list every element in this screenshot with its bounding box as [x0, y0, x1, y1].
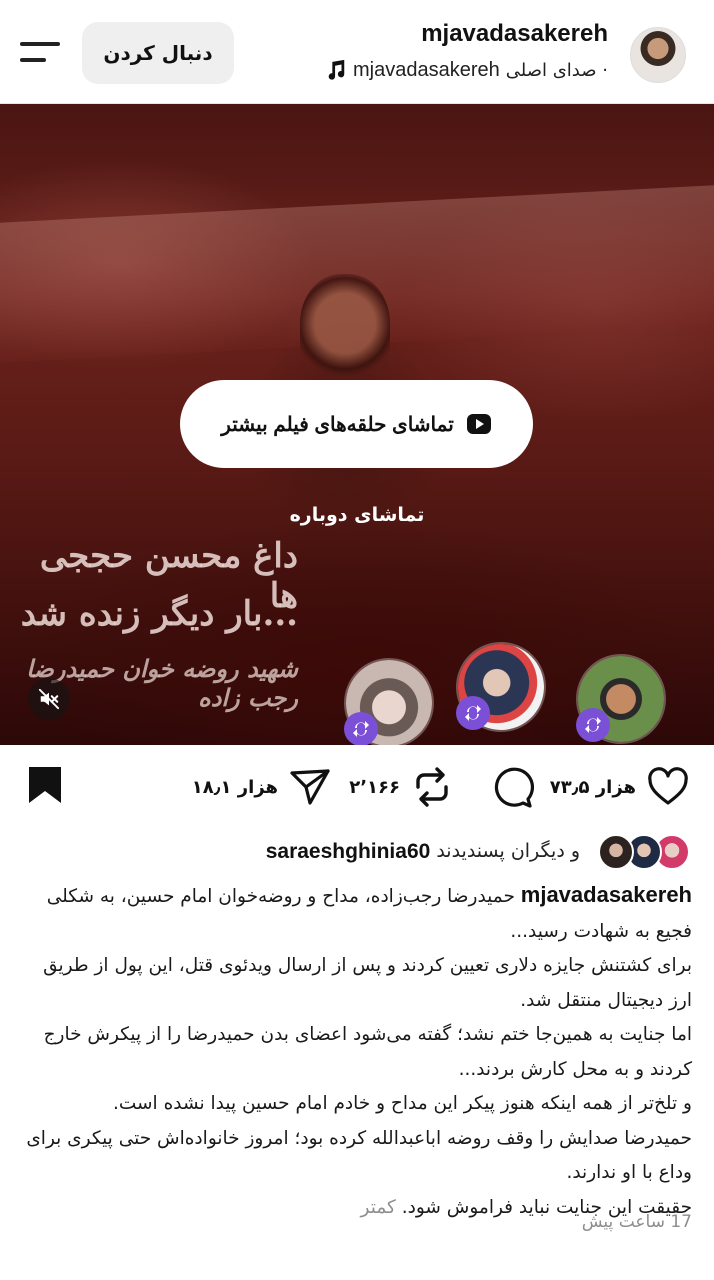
- watch-more-reels-button[interactable]: تماشای حلقه‌های فیلم بیشتر: [180, 380, 533, 468]
- remix-badge-3: [576, 708, 610, 742]
- comment-icon: [494, 767, 534, 808]
- liker-avatar-3: [598, 834, 634, 870]
- mute-toggle[interactable]: [28, 678, 70, 720]
- caption-username[interactable]: mjavadasakereh: [521, 882, 692, 907]
- video-figure: [300, 274, 390, 384]
- repost-button[interactable]: ۲٬۱۶۶: [349, 765, 454, 809]
- heart-icon: [648, 767, 688, 805]
- watch-more-label: تماشای حلقه‌های فیلم بیشتر: [221, 413, 454, 436]
- liker-avatars: [594, 834, 690, 870]
- audio-attribution[interactable]: صدای اصلی · mjavadasakereh: [317, 56, 608, 84]
- play-icon: [466, 414, 491, 434]
- caption-line-3: اما جنایت به همین‌جا ختم نشد؛ گفته می‌شو…: [43, 1024, 692, 1080]
- liked-by-row[interactable]: و دیگران پسندیدند saraeshghinia60: [0, 832, 714, 872]
- comment-button[interactable]: [490, 765, 534, 809]
- speaker-muted-icon: [38, 688, 60, 710]
- rewatch-button[interactable]: تماشای دوباره: [0, 504, 714, 526]
- music-note-icon: [328, 59, 345, 80]
- reposts-count: ۲٬۱۶۶: [349, 776, 400, 798]
- remix-icon: [465, 705, 481, 721]
- remix-badge-1: [344, 712, 378, 745]
- follow-button[interactable]: دنبال کردن: [82, 22, 234, 84]
- shares-count: ۱۸٫۱ هزار: [191, 776, 278, 798]
- video-player[interactable]: تماشای حلقه‌های فیلم بیشتر تماشای دوباره…: [0, 104, 714, 745]
- audio-label: صدای اصلی ·: [505, 59, 608, 81]
- post-caption: mjavadasakereh حمیدرضا رجب‌زاده، مداح و …: [20, 878, 692, 1225]
- remix-icon: [353, 721, 369, 737]
- post-author-username[interactable]: mjavadasakereh: [421, 20, 608, 48]
- hamburger-icon[interactable]: [20, 38, 62, 68]
- post-header: دنبال کردن mjavadasakereh صدای اصلی · mj…: [0, 0, 714, 104]
- show-less-link[interactable]: کمتر: [361, 1197, 396, 1218]
- liked-by-text: و دیگران پسندیدند saraeshghinia60: [266, 840, 580, 864]
- likes-count: ۷۳٫۵ هزار: [549, 776, 636, 798]
- post-timestamp: 17 ساعت پیش: [581, 1212, 692, 1232]
- likes-others-text: و دیگران پسندیدند: [436, 840, 580, 862]
- caption-line-2: برای کشتنش جایزه دلاری تعیین کردند و پس …: [43, 955, 692, 1011]
- remix-badge-2: [456, 696, 490, 730]
- audio-username: mjavadasakereh: [353, 58, 500, 81]
- send-icon: [290, 769, 330, 805]
- share-button[interactable]: ۱۸٫۱ هزار: [192, 765, 332, 809]
- video-overlay-line-2: بار دیگر زنده شد...: [20, 594, 298, 634]
- remix-icon: [585, 717, 601, 733]
- caption-line-4: و تلخ‌تر از همه اینکه هنوز پیکر این مداح…: [113, 1093, 692, 1114]
- post-actions-bar: ۷۳٫۵ هزار ۲٬۱۶۶ ۱۸٫۱ هزار: [0, 745, 714, 831]
- liker-username[interactable]: saraeshghinia60: [266, 840, 431, 864]
- repost-icon: [416, 767, 448, 807]
- bookmark-icon[interactable]: [26, 765, 64, 805]
- like-button[interactable]: ۷۳٫۵ هزار: [550, 765, 690, 809]
- author-avatar[interactable]: [630, 27, 686, 83]
- caption-line-5: حمیدرضا صدایش را وقف روضه اباعبدالله کرد…: [26, 1127, 692, 1184]
